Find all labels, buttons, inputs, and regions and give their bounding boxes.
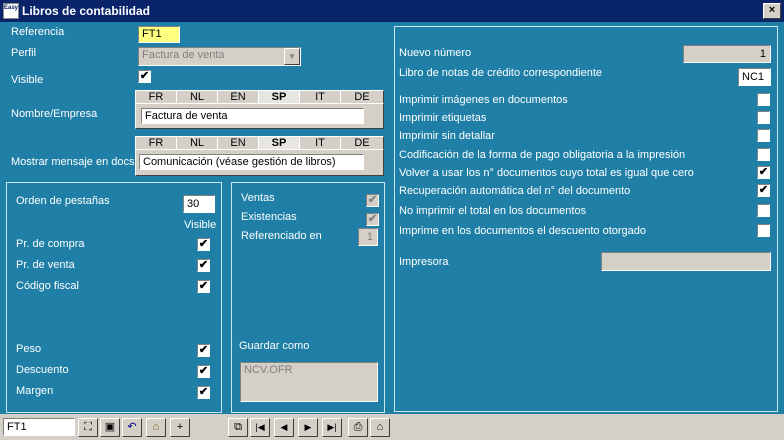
mostrar-mensaje-label: Mostrar mensaje en docs. <box>11 156 138 168</box>
tab-lang-en[interactable]: EN <box>217 90 259 104</box>
nombre-tab-panel: Factura de venta <box>135 103 384 129</box>
reusar-numeros-checkbox[interactable]: ✔ <box>757 166 770 179</box>
tab-lang-it[interactable]: IT <box>299 136 341 150</box>
tab-lang-fr[interactable]: FR <box>135 90 177 104</box>
descuento-checkbox[interactable]: ✔ <box>197 365 210 378</box>
tab-lang-de[interactable]: DE <box>340 90 384 104</box>
option-label: No imprimir el total en los documentos <box>399 205 587 217</box>
perfil-label: Perfil <box>11 47 37 59</box>
last-record-icon[interactable]: ▶| <box>322 418 342 437</box>
no-imprimir-total-checkbox[interactable] <box>757 204 770 217</box>
imprimir-etiquetas-checkbox[interactable] <box>757 111 770 124</box>
window-title: Libros de contabilidad <box>22 4 151 18</box>
close-button[interactable]: × <box>763 3 781 19</box>
tab-lang-fr[interactable]: FR <box>135 136 177 150</box>
next-record-icon[interactable]: ▶ <box>298 418 318 437</box>
chevron-down-icon[interactable]: ▼ <box>284 48 300 65</box>
mostrar-mensaje-input[interactable]: Comunicación (véase gestión de libros) <box>139 154 364 170</box>
item-label: Peso <box>16 343 42 355</box>
mensaje-tab-panel: Comunicación (véase gestión de libros) <box>135 149 384 176</box>
pr-compra-checkbox[interactable]: ✔ <box>197 238 210 251</box>
descuento-otorgado-checkbox[interactable] <box>757 224 770 237</box>
impresora-label: Impresora <box>399 256 449 268</box>
tab-lang-de[interactable]: DE <box>340 136 384 150</box>
binoculars-icon[interactable]: ⛶ <box>78 418 98 437</box>
option-label: Recuperación automática del n° del docum… <box>399 185 631 197</box>
numbering-options-panel: Nuevo número 1 Libro de notas de crédito… <box>394 26 778 412</box>
tab-lang-nl[interactable]: NL <box>176 136 218 150</box>
tabs-visibility-panel: Orden de pestañas 30 Visible Pr. de comp… <box>6 182 222 413</box>
recuperacion-automatica-checkbox[interactable]: ✔ <box>757 184 770 197</box>
option-label: Codificación de la forma de pago obligat… <box>399 149 686 161</box>
save-icon[interactable]: ▣ <box>100 418 120 437</box>
orden-pestanas-input[interactable]: 30 <box>183 195 215 213</box>
option-label: Volver a usar los n° documentos cuyo tot… <box>399 167 694 179</box>
perfil-value: Factura de venta <box>142 49 225 61</box>
tab-lang-sp[interactable]: SP <box>258 90 300 104</box>
referencia-label: Referencia <box>11 26 65 38</box>
item-label: Descuento <box>16 364 69 376</box>
nuevo-numero-input[interactable]: 1 <box>683 45 771 63</box>
existencias-label: Existencias <box>241 211 297 223</box>
option-label: Imprimir sin detallar <box>399 130 495 142</box>
stock-panel: Ventas ✔ Existencias ✔ Referenciado en 1… <box>231 182 385 413</box>
codigo-fiscal-checkbox[interactable]: ✔ <box>197 280 210 293</box>
tab-lang-en[interactable]: EN <box>217 136 259 150</box>
language-tabs-nombre: FR NL EN SP IT DE <box>135 90 384 104</box>
existencias-checkbox[interactable]: ✔ <box>366 213 379 226</box>
visible-column-header: Visible <box>184 219 217 231</box>
form-client-area: Referencia FT1 Perfil Factura de venta ▼… <box>0 22 784 414</box>
libro-notas-credito-input[interactable]: NC1 <box>738 68 771 86</box>
window-titlebar: Easy Libros de contabilidad × <box>0 0 784 22</box>
home-icon[interactable]: ⌂ <box>370 418 390 437</box>
imprimir-imagenes-checkbox[interactable] <box>757 93 770 106</box>
item-label: Código fiscal <box>16 280 79 292</box>
copy-icon[interactable]: ⧉ <box>228 418 248 437</box>
undo-icon[interactable]: ↶ <box>122 418 142 437</box>
nuevo-numero-label: Nuevo número <box>399 47 472 59</box>
first-record-icon[interactable]: |◀ <box>250 418 270 437</box>
margen-checkbox[interactable]: ✔ <box>197 386 210 399</box>
guardar-como-label: Guardar como <box>239 340 310 352</box>
nombre-empresa-label: Nombre/Empresa <box>11 108 98 120</box>
item-label: Margen <box>16 385 54 397</box>
print-icon[interactable]: ⎙ <box>348 418 368 437</box>
record-toolbar: FT1 ⛶ ▣ ↶ ⌂ + ⧉ |◀ ◀ ▶ ▶| ⎙ ⌂ <box>0 414 784 440</box>
visible-checkbox[interactable]: ✔ <box>138 70 151 83</box>
new-document-icon[interactable]: + <box>170 418 190 437</box>
option-label: Imprime en los documentos el descuento o… <box>399 225 647 237</box>
ventas-checkbox[interactable]: ✔ <box>366 194 379 207</box>
libro-notas-credito-label: Libro de notas de crédito correspondient… <box>399 67 603 79</box>
tab-lang-it[interactable]: IT <box>299 90 341 104</box>
language-tabs-mensaje: FR NL EN SP IT DE <box>135 136 384 150</box>
referenciado-input[interactable]: 1 <box>358 228 378 246</box>
peso-checkbox[interactable]: ✔ <box>197 344 210 357</box>
open-folder-icon[interactable]: ⌂ <box>146 418 166 437</box>
orden-pestanas-label: Orden de pestañas <box>16 195 110 207</box>
imprimir-sin-detallar-checkbox[interactable] <box>757 129 770 142</box>
referenciado-label: Referenciado en <box>241 230 322 242</box>
visible-label: Visible <box>11 74 44 86</box>
guardar-como-input[interactable]: NCV.OFR <box>240 362 378 402</box>
option-label: Imprimir etiquetas <box>399 112 487 124</box>
pr-venta-checkbox[interactable]: ✔ <box>197 259 210 272</box>
nombre-empresa-input[interactable]: Factura de venta <box>141 108 364 124</box>
record-search-input[interactable]: FT1 <box>3 418 75 436</box>
item-label: Pr. de venta <box>16 259 75 271</box>
referencia-input[interactable]: FT1 <box>138 26 180 43</box>
ventas-label: Ventas <box>241 192 275 204</box>
impresora-select[interactable] <box>601 252 771 271</box>
previous-record-icon[interactable]: ◀ <box>274 418 294 437</box>
item-label: Pr. de compra <box>16 238 85 250</box>
app-icon: Easy <box>3 3 19 19</box>
option-label: Imprimir imágenes en documentos <box>399 94 568 106</box>
tab-lang-nl[interactable]: NL <box>176 90 218 104</box>
perfil-select[interactable]: Factura de venta <box>138 47 301 66</box>
tab-lang-sp[interactable]: SP <box>258 136 300 150</box>
forma-pago-obligatoria-checkbox[interactable] <box>757 148 770 161</box>
